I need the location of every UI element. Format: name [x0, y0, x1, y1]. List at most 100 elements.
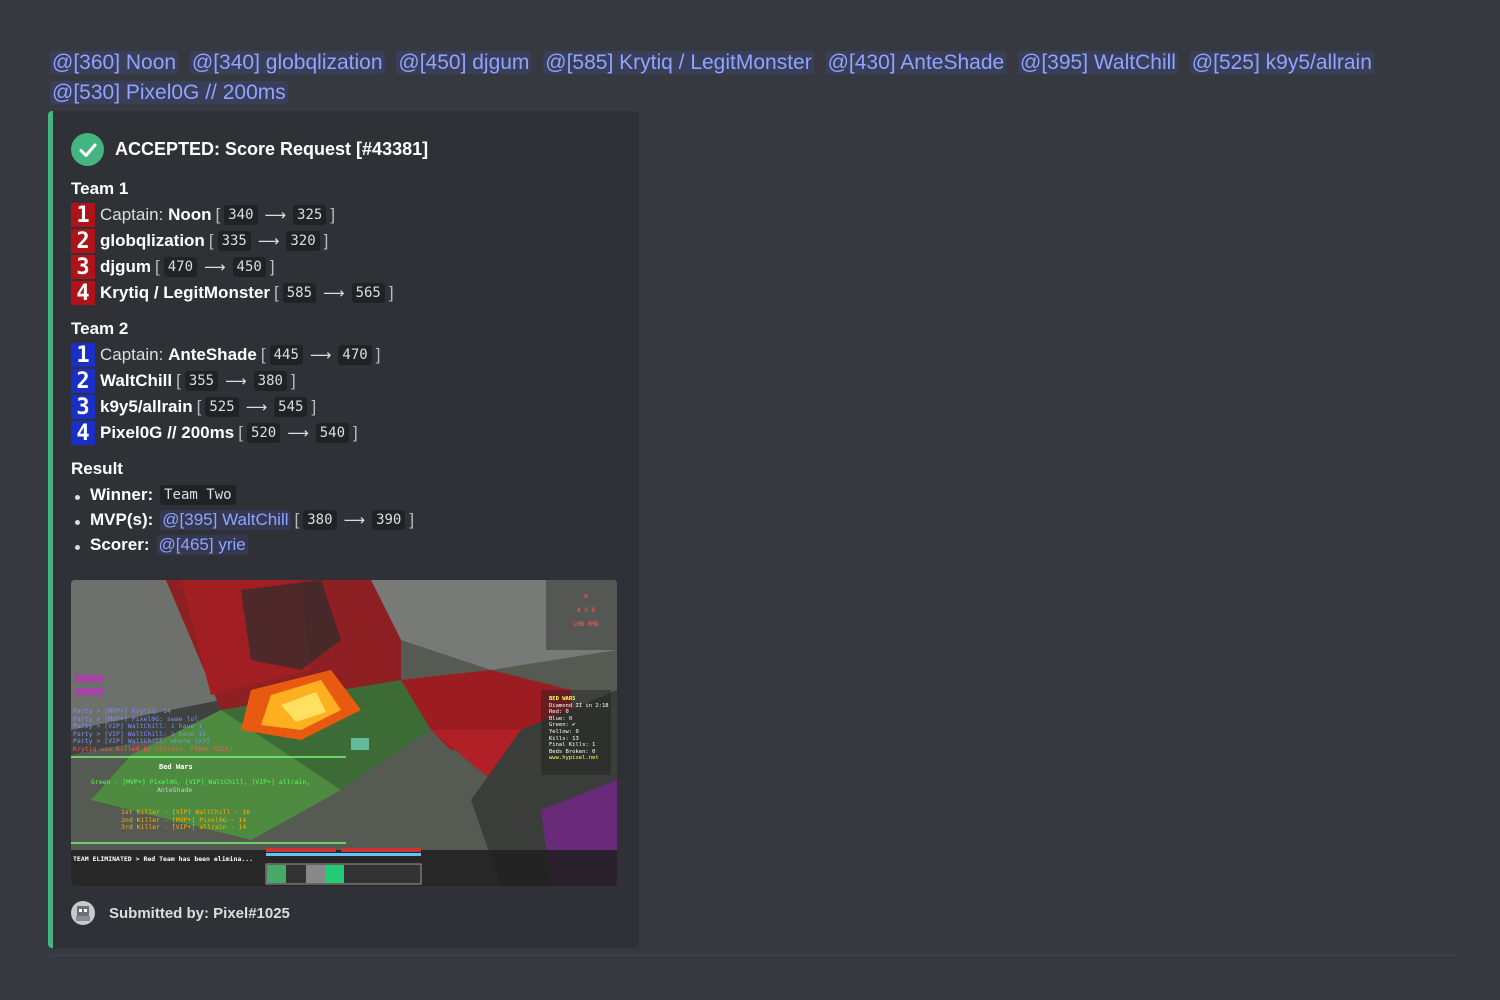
- arrow-icon: ⟶: [287, 425, 309, 442]
- bracket-close: ]: [269, 257, 275, 276]
- key-row-mouse: LMB RMB: [566, 618, 606, 632]
- bracket-open: [: [208, 231, 214, 250]
- score-after: 390: [372, 510, 406, 530]
- killer-line: 3rd Killer - [VIP+] allrain - 14: [121, 823, 247, 832]
- team2-title: Team 2: [71, 319, 129, 338]
- score-before: 525: [205, 397, 239, 417]
- footer-text: Submitted by: Pixel#1025: [109, 904, 290, 922]
- score-after: 545: [274, 397, 308, 417]
- score-after: 540: [315, 423, 350, 443]
- bracket-open: [: [260, 345, 266, 364]
- number-four-icon: 4: [71, 281, 95, 306]
- team1-player-row: 2 globqlization [335 ⟶ 320]: [71, 229, 332, 254]
- team2-player-row: 2 WaltChill [355 ⟶ 380]: [71, 369, 300, 394]
- mvp-mention[interactable]: @[395] WaltChill: [160, 510, 291, 530]
- mention-krytiq[interactable]: @[585] Krytiq / LegitMonster: [543, 51, 814, 74]
- score-before: 335: [217, 231, 251, 251]
- eliminated-text: TEAM ELIMINATED > Red Team has been elim…: [73, 855, 254, 863]
- mention-djgum[interactable]: @[450] djgum: [396, 51, 532, 74]
- player-name: AnteShade: [168, 345, 257, 364]
- result-title: Result: [71, 459, 123, 478]
- key-d: D: [591, 607, 596, 614]
- embed-title-row: ACCEPTED: Score Request [#43381]: [71, 133, 428, 166]
- winners-line: Green - [MVP+] Pixel0G, [VIP] WaltChill,…: [91, 778, 311, 786]
- score-before: 355: [184, 371, 219, 391]
- avatar: [71, 901, 95, 925]
- mvp-row: MVP(s): @[395] WaltChill [380 ⟶ 390]: [75, 510, 418, 530]
- scoreboard-line: www.hypixel.net: [549, 755, 599, 762]
- mention-k9y5[interactable]: @[525] k9y5/allrain: [1189, 51, 1374, 74]
- scoreboard-line: Yellow: 0: [549, 728, 579, 735]
- bracket-close: ]: [323, 231, 329, 250]
- score-embed: ACCEPTED: Score Request [#43381] Team 1 …: [48, 111, 639, 948]
- scoreboard-line: Green: ✔: [549, 722, 576, 729]
- score-before: 520: [246, 423, 281, 443]
- number-two-icon: 2: [71, 369, 95, 394]
- winner-row: Winner: Team Two: [75, 485, 236, 505]
- scoreboard: BED WARS Diamond II in 2:18 Red: 0 Blue:…: [549, 696, 609, 762]
- score-after: 470: [338, 345, 372, 365]
- player-name: Noon: [168, 205, 212, 224]
- team2-player-row: 4 Pixel0G // 200ms [520 ⟶ 540]: [71, 421, 362, 446]
- scoreboard-line: Kills: 13: [549, 735, 579, 742]
- message-divider: [50, 955, 1460, 956]
- bracket-close: ]: [311, 397, 317, 416]
- bracket-close: ]: [330, 205, 336, 224]
- bracket-close: ]: [290, 371, 296, 390]
- bullet-icon: [75, 494, 80, 500]
- scoreboard-line: Diamond II in 2:18: [549, 702, 609, 709]
- bullet-icon: [75, 519, 80, 525]
- score-after: 325: [293, 205, 327, 225]
- scoreboard-line: Final Kills: 1: [549, 742, 596, 749]
- arrow-icon: ⟶: [245, 399, 268, 416]
- scorer-mention[interactable]: @[465] yrie: [156, 535, 248, 555]
- bracket-open: [: [196, 397, 202, 416]
- scoreboard-line: Beds Broken: 0: [549, 748, 596, 755]
- player-name: k9y5/allrain: [100, 397, 193, 416]
- arrow-icon: ⟶: [264, 207, 287, 224]
- keystrokes-overlay: W A S D LMB RMB: [566, 590, 606, 632]
- bullet-icon: [75, 544, 80, 550]
- mention-pixel0g[interactable]: @[530] Pixel0G // 200ms: [50, 81, 288, 104]
- embed-footer: Submitted by: Pixel#1025: [71, 901, 290, 925]
- bracket-open: [: [274, 283, 279, 302]
- key-row-asd: A S D: [566, 604, 606, 618]
- score-after: 380: [253, 371, 287, 391]
- mention-noon[interactable]: @[360] Noon: [50, 51, 179, 74]
- player-name: djgum: [100, 257, 151, 276]
- bracket-open: [: [238, 423, 243, 442]
- arrow-icon: ⟶: [309, 347, 332, 364]
- number-one-icon: 1: [71, 203, 95, 228]
- captain-label: Captain:: [100, 345, 164, 364]
- scoreboard-line: Blue: 0: [549, 715, 573, 722]
- bracket-open: [: [155, 257, 160, 276]
- key-rmb: RMB: [587, 621, 599, 628]
- mention-globqlization[interactable]: @[340] globqlization: [189, 51, 385, 74]
- mention-waltchill[interactable]: @[395] WaltChill: [1018, 51, 1178, 74]
- score-before: 470: [163, 257, 198, 277]
- team1-title: Team 1: [71, 179, 129, 198]
- player-name: Pixel0G // 200ms: [100, 423, 235, 442]
- team2-player-row: 1 Captain: AnteShade [445 ⟶ 470]: [71, 343, 384, 368]
- winners-line: AnteShade: [157, 786, 193, 794]
- bracket-close: ]: [388, 283, 394, 302]
- arrow-icon: ⟶: [204, 259, 226, 276]
- captain-label: Captain:: [100, 205, 164, 224]
- embed-title: ACCEPTED: Score Request [#43381]: [115, 139, 429, 159]
- score-before: 380: [303, 510, 337, 530]
- team1-player-row: 4 Krytiq / LegitMonster [585 ⟶ 565]: [71, 281, 398, 306]
- bracket-open: [: [215, 205, 221, 224]
- winners-text: Green - [MVP+] Pixel0G, [VIP] WaltChill,…: [91, 778, 310, 794]
- mention-anteshade[interactable]: @[430] AnteShade: [825, 51, 1007, 74]
- game-screenshot[interactable]: Party > [MVP+] Krytiq: 14 Party > [MVP+]…: [71, 580, 617, 886]
- team1-player-row: 1 Captain: Noon [340 ⟶ 325]: [71, 203, 339, 228]
- arrow-icon: ⟶: [257, 233, 280, 250]
- key-s: S: [584, 607, 588, 614]
- score-before: 585: [282, 283, 317, 303]
- number-three-icon: 3: [71, 395, 95, 420]
- arrow-icon: ⟶: [323, 285, 345, 302]
- game-title: Bed Wars: [159, 763, 193, 771]
- bracket-close: ]: [353, 423, 358, 442]
- team2-player-row: 3 k9y5/allrain [525 ⟶ 545]: [71, 395, 320, 420]
- arrow-icon: ⟶: [343, 512, 366, 529]
